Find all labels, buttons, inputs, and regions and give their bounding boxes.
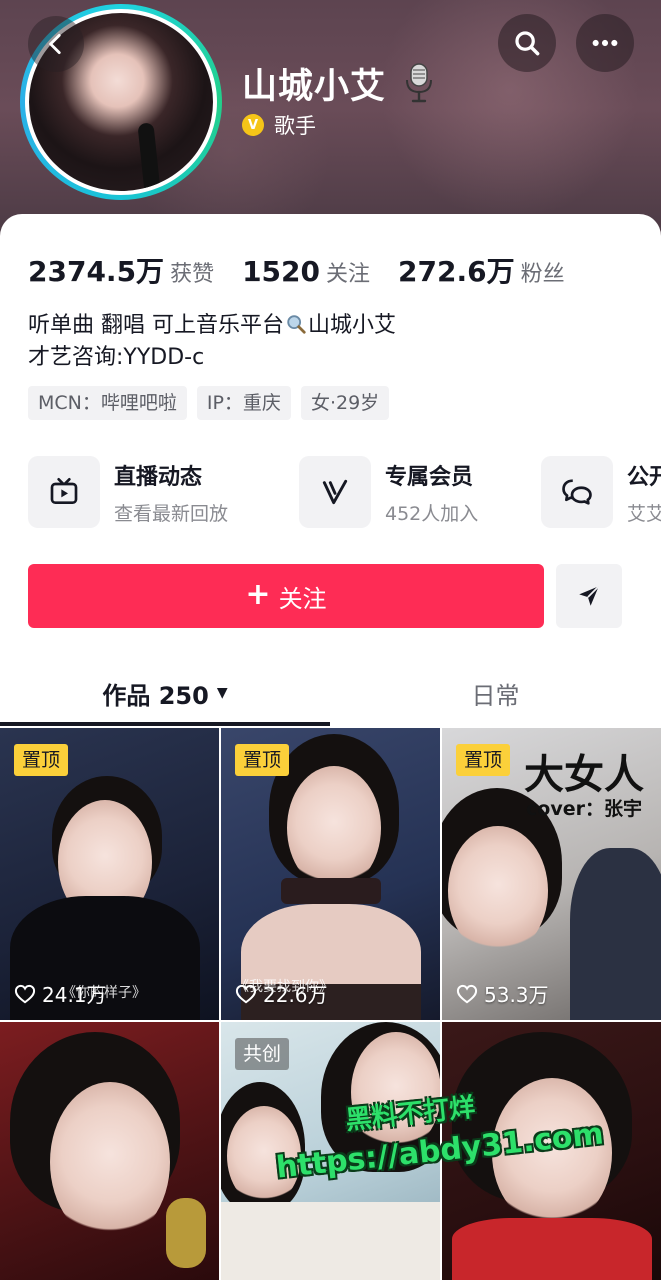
- verification: V 歌手: [242, 110, 316, 140]
- pinned-badge: 置顶: [456, 744, 511, 776]
- share-button[interactable]: [556, 564, 622, 628]
- service-row: 直播动态 查看最新回放 专属会员 452人加入 公开 艾艾: [28, 456, 661, 528]
- tab-works[interactable]: 作品 250 ▼: [0, 660, 330, 726]
- profile-header: 山城小艾 V 歌手: [0, 0, 661, 240]
- verified-badge-icon: V: [242, 114, 264, 136]
- likes-count: 24.1万: [42, 983, 107, 1007]
- video-thumbnail[interactable]: 置顶 大女人 cover：张宇 53.3万: [442, 728, 661, 1020]
- bio-line-2: 才艺咨询:YYDD-c: [28, 345, 205, 370]
- search-button[interactable]: [498, 14, 556, 72]
- thumbnail-face: [50, 1082, 170, 1242]
- search-icon: [515, 31, 540, 56]
- tag-mcn[interactable]: MCN：哔哩吧啦: [28, 386, 187, 420]
- likes-count[interactable]: 2374.5万: [28, 250, 164, 290]
- verification-label: 歌手: [274, 114, 316, 138]
- microphone-icon: [406, 63, 432, 103]
- pinned-badge: 置顶: [14, 744, 69, 776]
- service-title: 专属会员: [385, 464, 474, 490]
- pinned-badge: 置顶: [235, 744, 290, 776]
- tab-works-label: 作品 250: [102, 681, 209, 710]
- chevron-left-icon: [49, 33, 61, 55]
- co-creation-badge: 共创: [235, 1038, 290, 1070]
- username: 山城小艾: [242, 67, 387, 107]
- bio-text: 听单曲 翻唱 可上音乐平台: [28, 313, 284, 338]
- chat-bubbles-icon: [562, 479, 592, 505]
- video-grid: 置顶 《你的样子》 24.1万 置顶 《我要找到你》 22.6万 置顶 大女人 …: [0, 728, 661, 1280]
- service-icon-box: [299, 456, 371, 528]
- service-membership[interactable]: 专属会员 452人加入: [299, 456, 478, 528]
- thumbnail-figure: [221, 1202, 440, 1280]
- service-subtitle: 艾艾: [627, 502, 661, 525]
- video-thumbnail[interactable]: [0, 1022, 219, 1280]
- video-likes: 24.1万: [14, 979, 107, 1008]
- following-label[interactable]: 关注: [326, 256, 370, 288]
- caret-down-icon[interactable]: ▼: [217, 685, 228, 701]
- video-cover-credit: cover：张宇: [526, 798, 642, 820]
- video-thumbnail[interactable]: 置顶 《你的样子》 24.1万: [0, 728, 219, 1020]
- tab-active-indicator: [0, 722, 330, 726]
- service-group-chat[interactable]: 公开 艾艾: [541, 456, 661, 528]
- content-tabs: 作品 250 ▼ 日常: [0, 660, 661, 726]
- service-title: 公开: [627, 464, 661, 490]
- likes-count: 53.3万: [484, 983, 549, 1007]
- tag-ip: IP：重庆: [196, 386, 291, 420]
- bio-search-term[interactable]: 山城小艾: [308, 313, 396, 338]
- followers-label[interactable]: 粉丝: [521, 256, 565, 288]
- thumbnail-face: [448, 826, 548, 956]
- service-icon-box: [28, 456, 100, 528]
- service-subtitle: 查看最新回放: [114, 502, 229, 525]
- follow-button[interactable]: + 关注: [28, 564, 544, 628]
- service-live[interactable]: 直播动态 查看最新回放: [28, 456, 228, 528]
- tab-daily-label: 日常: [471, 681, 520, 710]
- bio: 听单曲 翻唱 可上音乐平台 山城小艾 才艺咨询:YYDD-c: [28, 310, 396, 374]
- likes-count: 22.6万: [263, 983, 328, 1007]
- search-icon: [287, 315, 306, 334]
- service-title: 直播动态: [114, 464, 203, 490]
- tag-row: MCN：哔哩吧啦 IP：重庆 女·29岁: [28, 386, 390, 420]
- live-tv-icon: [50, 478, 78, 504]
- more-button[interactable]: [576, 14, 634, 72]
- follow-label: 关注: [278, 584, 327, 613]
- avatar-microphone: [137, 122, 161, 191]
- more-icon: [592, 39, 618, 47]
- following-count[interactable]: 1520: [242, 255, 320, 288]
- plus-icon: +: [245, 577, 271, 612]
- heart-icon: [14, 984, 36, 1003]
- v-member-icon: [322, 479, 348, 505]
- service-subtitle: 452人加入: [385, 502, 479, 525]
- thumbnail-figure: [570, 848, 661, 1020]
- back-button[interactable]: [28, 16, 84, 72]
- likes-label[interactable]: 获赞: [170, 256, 214, 288]
- send-icon: [579, 585, 600, 606]
- thumbnail-figure: [281, 878, 381, 904]
- video-likes: 53.3万: [456, 979, 549, 1008]
- video-thumbnail[interactable]: 置顶 《我要找到你》 22.6万: [221, 728, 440, 1020]
- service-icon-box: [541, 456, 613, 528]
- bio-line-1: 听单曲 翻唱 可上音乐平台 山城小艾: [28, 310, 396, 342]
- thumbnail-figure: [452, 1218, 652, 1280]
- thumbnail-face: [287, 766, 381, 890]
- video-title-overlay: 大女人: [524, 752, 644, 798]
- heart-icon: [456, 984, 478, 1003]
- followers-count[interactable]: 272.6万: [398, 250, 515, 290]
- tag-gender-age: 女·29岁: [300, 386, 390, 420]
- video-likes: 22.6万: [235, 979, 328, 1008]
- heart-icon: [235, 984, 257, 1003]
- tab-daily[interactable]: 日常: [330, 660, 661, 726]
- stats-row: 2374.5万 获赞 1520 关注 272.6万 粉丝: [28, 250, 593, 290]
- thumbnail-figure: [166, 1198, 206, 1268]
